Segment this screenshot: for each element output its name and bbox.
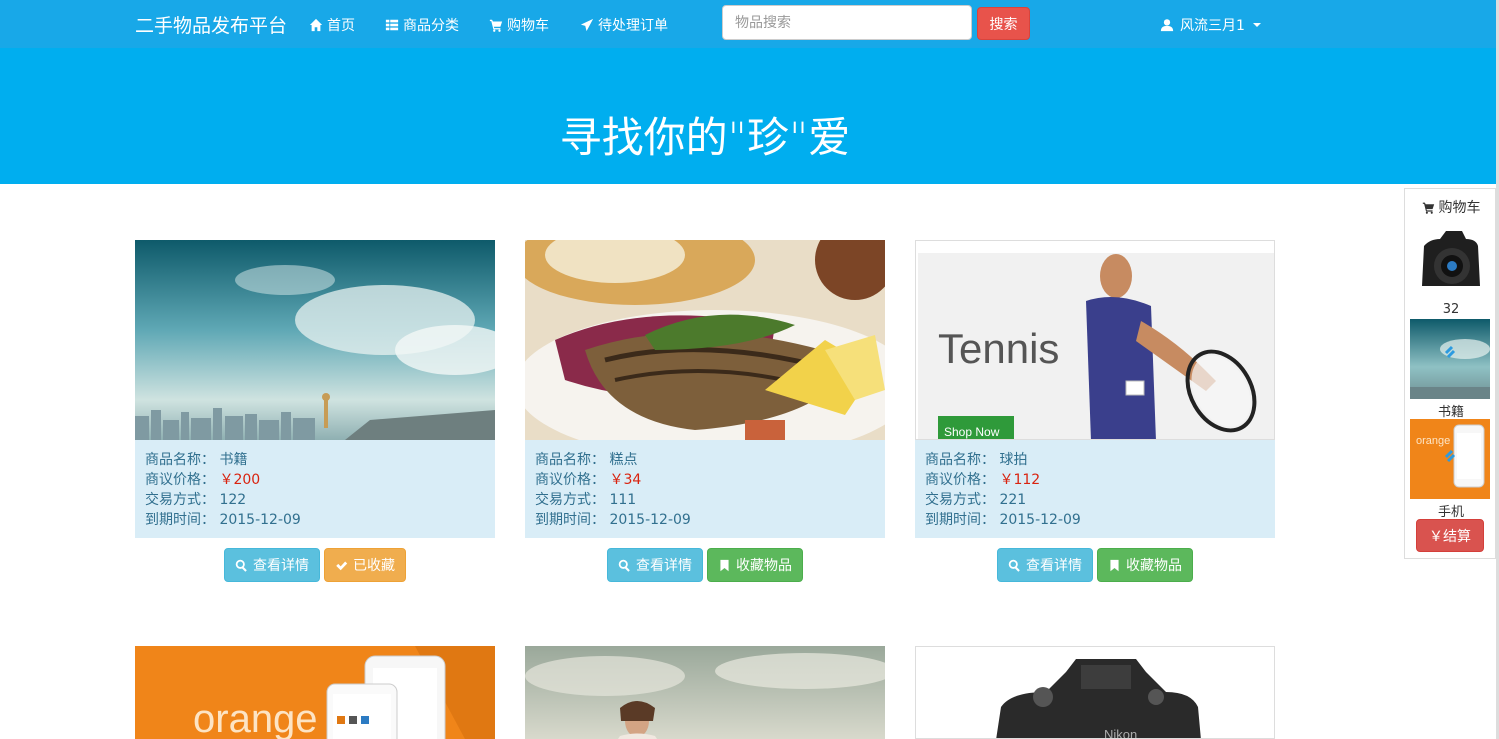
side-cart-panel: 购物车 32 书籍 orange 手机 ￥结算 xyxy=(1404,188,1496,559)
side-cart-item-label: 书籍 xyxy=(1437,405,1464,420)
nav-categories[interactable]: 商品分类 xyxy=(385,15,459,35)
side-cart-item-books[interactable] xyxy=(1410,319,1490,399)
cart-icon xyxy=(489,19,503,32)
product-actions: 查看详情 收藏物品 xyxy=(915,548,1275,582)
nav-cart-label: 购物车 xyxy=(507,18,549,34)
nav-home[interactable]: 首页 xyxy=(309,15,355,35)
product-name: 球拍 xyxy=(999,452,1028,468)
chevron-down-icon xyxy=(1252,23,1261,27)
favorite-button[interactable]: 收藏物品 xyxy=(1097,548,1193,582)
label-trade: 交易方式： xyxy=(535,492,605,508)
send-icon xyxy=(580,18,594,32)
label-price: 商议价格： xyxy=(145,472,215,488)
label-price: 商议价格： xyxy=(925,472,995,488)
favorited-button[interactable]: 已收藏 xyxy=(324,548,406,582)
home-icon xyxy=(309,18,323,32)
label-name: 商品名称： xyxy=(535,452,605,468)
product-card: Nikon xyxy=(915,646,1275,739)
product-card: orange xyxy=(135,646,495,739)
search-icon xyxy=(1008,559,1020,572)
banner-text-nikon: Nikon xyxy=(1104,727,1137,739)
view-details-label: 查看详情 xyxy=(1026,558,1082,574)
product-name: 糕点 xyxy=(609,452,638,468)
view-details-label: 查看详情 xyxy=(253,558,309,574)
product-price: ￥200 xyxy=(219,472,261,488)
side-cart-item-label: 手机 xyxy=(1437,505,1464,520)
view-details-button[interactable]: 查看详情 xyxy=(224,548,320,582)
product-trade: 111 xyxy=(609,492,637,508)
nav-categories-label: 商品分类 xyxy=(403,18,459,34)
product-image-dress[interactable] xyxy=(525,646,885,739)
product-info: 商品名称： 书籍 商议价格： ￥200 交易方式： 122 到期时间： 2015… xyxy=(135,440,495,538)
product-image-pastry[interactable] xyxy=(525,240,885,440)
cart-icon xyxy=(1422,202,1434,214)
nav-cart[interactable]: 购物车 xyxy=(489,15,549,35)
label-expire: 到期时间： xyxy=(145,512,215,528)
side-cart-item-phone[interactable]: orange xyxy=(1410,419,1490,499)
label-price: 商议价格： xyxy=(535,472,605,488)
brand-title[interactable]: 二手物品发布平台 xyxy=(135,11,287,38)
bookmark-icon xyxy=(720,559,729,571)
product-expire: 2015-12-09 xyxy=(609,512,691,528)
favorite-label: 收藏物品 xyxy=(736,558,792,574)
nav-pending-orders[interactable]: 待处理订单 xyxy=(580,15,668,35)
check-icon xyxy=(336,560,348,570)
side-cart-item-label: 32 xyxy=(1442,302,1460,317)
product-trade: 221 xyxy=(999,492,1027,508)
search-input[interactable] xyxy=(722,5,972,40)
product-name: 书籍 xyxy=(219,452,248,468)
product-expire: 2015-12-09 xyxy=(219,512,301,528)
bookmark-icon xyxy=(1110,559,1119,571)
checkout-button[interactable]: ￥结算 xyxy=(1416,519,1484,552)
side-cart-item-camera[interactable] xyxy=(1410,221,1490,301)
nav-pending-orders-label: 待处理订单 xyxy=(598,18,668,34)
banner-text-shop-now: Shop Now xyxy=(944,425,1000,439)
product-info: 商品名称： 球拍 商议价格： ￥112 交易方式： 221 到期时间： 2015… xyxy=(915,440,1275,538)
label-expire: 到期时间： xyxy=(925,512,995,528)
user-name: 风流三月1 xyxy=(1180,18,1245,34)
view-details-button[interactable]: 查看详情 xyxy=(607,548,703,582)
side-cart-title[interactable]: 购物车 xyxy=(1405,197,1497,217)
product-image-phone[interactable]: orange xyxy=(135,646,495,739)
product-actions: 查看详情 已收藏 xyxy=(135,548,495,582)
label-name: 商品名称： xyxy=(145,452,215,468)
label-expire: 到期时间： xyxy=(535,512,605,528)
view-details-button[interactable]: 查看详情 xyxy=(997,548,1093,582)
favorited-label: 已收藏 xyxy=(353,558,395,574)
banner-text-orange: orange xyxy=(193,697,318,739)
user-icon xyxy=(1160,19,1174,32)
product-info: 商品名称： 糕点 商议价格： ￥34 交易方式： 111 到期时间： 2015-… xyxy=(525,440,885,538)
side-banner-text-orange: orange xyxy=(1416,435,1450,447)
user-menu[interactable]: 风流三月1 xyxy=(1160,15,1261,35)
product-price: ￥112 xyxy=(999,472,1041,488)
hero-title: 寻找你的"珍"爱 xyxy=(559,113,851,162)
product-expire: 2015-12-09 xyxy=(999,512,1081,528)
product-image-camera[interactable]: Nikon xyxy=(915,646,1275,739)
product-actions: 查看详情 收藏物品 xyxy=(525,548,885,582)
top-navbar: 二手物品发布平台 首页 商品分类 购物车 待处理订单 搜索 风流三月1 xyxy=(0,0,1499,48)
product-image-racket[interactable]: Tennis Shop Now xyxy=(915,240,1275,440)
hero-banner: 寻找你的"珍"爱 xyxy=(0,48,1499,184)
search-button[interactable]: 搜索 xyxy=(977,7,1030,40)
product-price: ￥34 xyxy=(609,472,642,488)
side-cart-title-label: 购物车 xyxy=(1438,200,1481,216)
nav-home-label: 首页 xyxy=(327,18,355,34)
label-name: 商品名称： xyxy=(925,452,995,468)
view-details-label: 查看详情 xyxy=(636,558,692,574)
favorite-label: 收藏物品 xyxy=(1126,558,1182,574)
list-icon xyxy=(385,19,399,31)
label-trade: 交易方式： xyxy=(145,492,215,508)
product-trade: 122 xyxy=(219,492,247,508)
search-icon xyxy=(235,559,247,572)
favorite-button[interactable]: 收藏物品 xyxy=(707,548,803,582)
product-card xyxy=(525,646,885,739)
banner-text-tennis: Tennis xyxy=(938,325,1059,372)
label-trade: 交易方式： xyxy=(925,492,995,508)
search-icon xyxy=(618,559,630,572)
product-image-books[interactable] xyxy=(135,240,495,440)
